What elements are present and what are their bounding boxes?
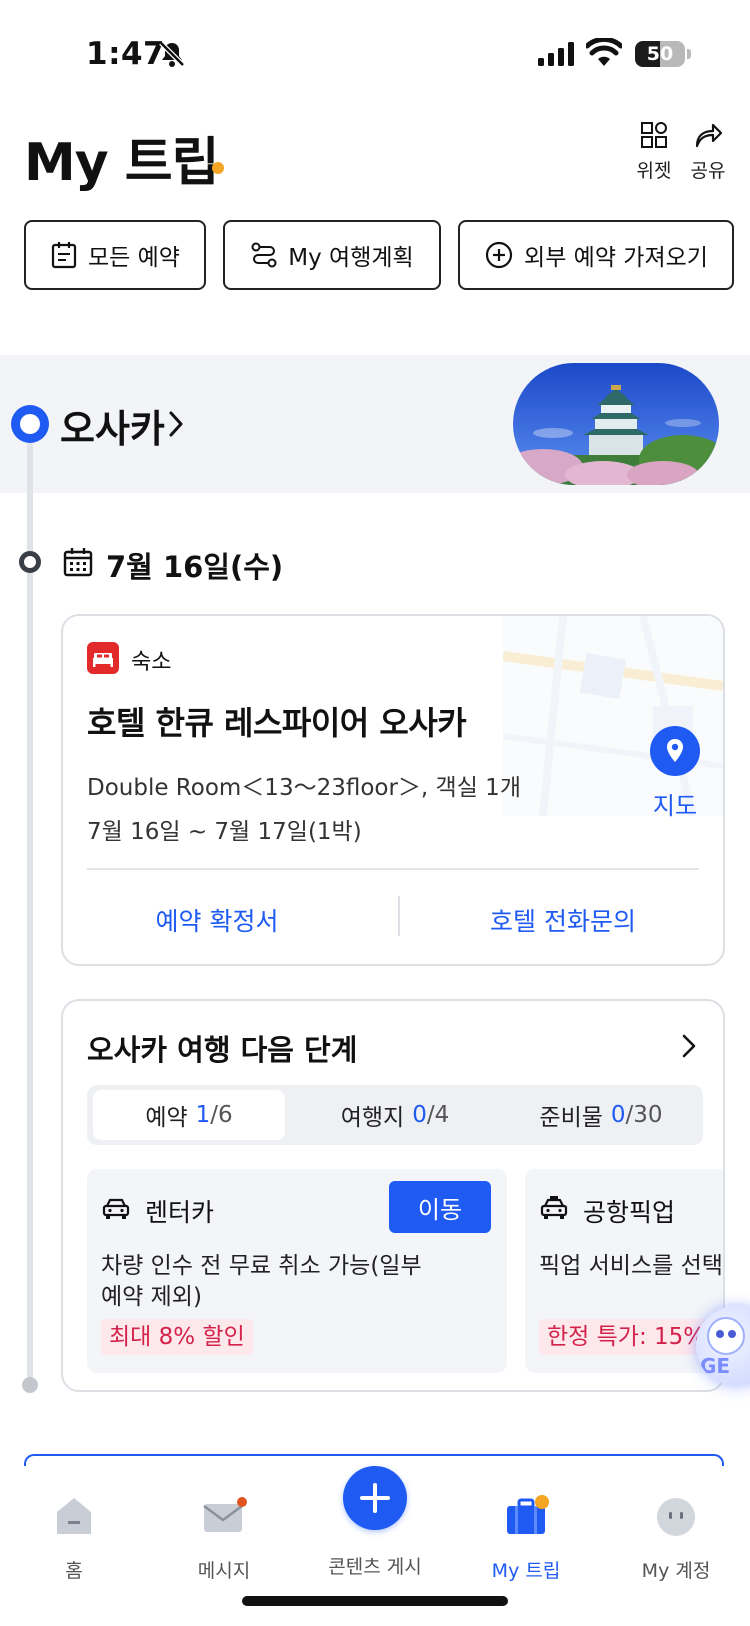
widget-button[interactable]: 위젯 xyxy=(630,120,678,183)
home-indicator xyxy=(242,1596,508,1606)
booking-confirmation-link[interactable]: 예약 확정서 xyxy=(87,902,347,938)
go-button[interactable]: 이동 xyxy=(389,1181,491,1233)
status-bar: 1:47 50 xyxy=(0,0,750,100)
battery-tip xyxy=(687,49,691,59)
tab-booking-label: 예약 xyxy=(145,1105,188,1131)
hotel-name[interactable]: 호텔 한큐 레스파이어 오사카 xyxy=(87,698,467,744)
tab-destinations-done: 0 xyxy=(412,1102,427,1128)
room-info: Double Room＜13～23floor＞, 객실 1개 xyxy=(87,775,521,801)
destination-node xyxy=(11,405,49,443)
step-tabs: 예약 1 /6 여행지 0 /4 준비물 0 /30 xyxy=(87,1085,703,1145)
import-external-booking-button[interactable]: 외부 예약 가져오기 xyxy=(458,220,734,290)
lodging-category: 숙소 xyxy=(131,650,172,675)
bot-label: GE xyxy=(700,1354,731,1378)
briefcase-icon xyxy=(507,1495,549,1534)
share-icon xyxy=(695,123,723,148)
mail-icon xyxy=(203,1497,247,1532)
status-time: 1:47 xyxy=(86,36,166,72)
nav-home-label: 홈 xyxy=(65,1560,83,1582)
home-icon xyxy=(57,1498,91,1534)
nav-my-trip-label: My 트립 xyxy=(491,1560,561,1582)
airport-pickup-title: 공항픽업 xyxy=(583,1198,676,1227)
import-external-booking-label: 외부 예약 가져오기 xyxy=(524,245,708,271)
chevron-right-icon[interactable] xyxy=(681,1033,697,1059)
all-bookings-button[interactable]: 모든 예약 xyxy=(24,220,206,290)
nav-my-account-label: My 계정 xyxy=(641,1560,711,1582)
calendar-icon xyxy=(63,548,93,577)
map-pin-icon xyxy=(667,739,683,762)
map-label[interactable]: 지도 xyxy=(643,786,707,821)
share-label: 공유 xyxy=(690,160,726,182)
tab-packing[interactable]: 준비물 0 /30 xyxy=(505,1090,697,1140)
map-button[interactable] xyxy=(650,726,700,776)
nav-my-trip[interactable]: My 트립 xyxy=(456,1490,596,1583)
airport-pickup-desc: 픽업 서비스를 선택 간편하게 도착하세요 xyxy=(539,1253,723,1279)
route-icon xyxy=(251,242,277,268)
plus-circle-icon xyxy=(485,241,513,269)
tab-packing-label: 준비물 xyxy=(539,1105,603,1131)
page-title: My 트립 xyxy=(24,133,219,193)
destination-title[interactable]: 오사카 xyxy=(60,398,165,453)
hotel-phone-inquiry-link[interactable]: 호텔 전화문의 xyxy=(423,902,703,938)
rental-car-desc: 차량 인수 전 무료 취소 가능(일부 예약 제외) xyxy=(101,1253,422,1310)
bed-icon xyxy=(87,642,119,674)
my-travel-plan-button[interactable]: My 여행계획 xyxy=(223,220,441,290)
chevron-right-icon xyxy=(169,411,183,437)
tab-booking-total: /6 xyxy=(210,1102,233,1128)
nav-my-account[interactable]: My 계정 xyxy=(606,1490,746,1583)
itinerary-date: 7월 16일(수) xyxy=(106,550,284,584)
timeline-end xyxy=(22,1377,38,1393)
title-dot xyxy=(212,162,224,174)
nav-post-content-label: 콘텐츠 게시 xyxy=(328,1556,422,1578)
nav-home[interactable]: 홈 xyxy=(4,1490,144,1583)
airport-pickup-card[interactable]: 공항픽업 픽업 서비스를 선택 간편하게 도착하세요 한정 특가: 15% 할인 xyxy=(525,1169,723,1373)
bell-off-icon xyxy=(159,41,185,67)
lodging-card[interactable]: 숙소 호텔 한큐 레스파이어 오사카 Double Room＜13～23floo… xyxy=(61,614,725,966)
rental-car-card[interactable]: 렌터카 이동 차량 인수 전 무료 취소 가능(일부 예약 제외) 최대 8% … xyxy=(87,1169,507,1373)
tab-packing-total: /30 xyxy=(625,1102,663,1128)
wifi-icon xyxy=(586,38,622,66)
next-steps-title[interactable]: 오사카 여행 다음 단계 xyxy=(87,1027,357,1069)
next-steps-card: 오사카 여행 다음 단계 예약 1 /6 여행지 0 /4 준비물 0 /30 xyxy=(61,999,725,1392)
tab-destinations[interactable]: 여행지 0 /4 xyxy=(299,1090,491,1140)
tab-booking-done: 1 xyxy=(195,1102,211,1128)
link-divider xyxy=(398,896,400,936)
all-bookings-label: 모든 예약 xyxy=(88,245,180,271)
osaka-castle-photo[interactable] xyxy=(513,363,719,485)
signal-icon xyxy=(538,42,574,66)
card-divider xyxy=(87,868,699,870)
stay-dates: 7월 16일 ~ 7월 17일(1박) xyxy=(87,819,362,845)
tab-destinations-label: 여행지 xyxy=(340,1105,405,1131)
widget-label: 위젯 xyxy=(636,160,672,182)
rental-car-promo: 최대 8% 할인 xyxy=(101,1319,253,1355)
share-button[interactable]: 공유 xyxy=(684,120,732,183)
nav-post-content[interactable]: 콘텐츠 게시 xyxy=(305,1536,445,1579)
plus-icon xyxy=(360,1483,390,1513)
taxi-icon xyxy=(540,1196,568,1219)
car-icon xyxy=(102,1198,130,1219)
tab-booking[interactable]: 예약 1 /6 xyxy=(93,1090,285,1140)
profile-icon xyxy=(657,1498,695,1536)
rental-car-title: 렌터카 xyxy=(145,1198,215,1227)
post-content-button[interactable] xyxy=(343,1466,407,1530)
date-node xyxy=(19,551,41,573)
widget-icon xyxy=(641,122,667,148)
calendar-list-icon xyxy=(51,242,77,269)
tab-destinations-total: /4 xyxy=(426,1102,450,1128)
nav-messages[interactable]: 메시지 xyxy=(154,1490,294,1583)
tab-packing-done: 0 xyxy=(610,1102,626,1128)
my-travel-plan-label: My 여행계획 xyxy=(288,245,414,271)
battery-level: 50 xyxy=(646,43,674,65)
battery-indicator: 50 xyxy=(635,41,685,67)
nav-messages-label: 메시지 xyxy=(197,1560,251,1582)
